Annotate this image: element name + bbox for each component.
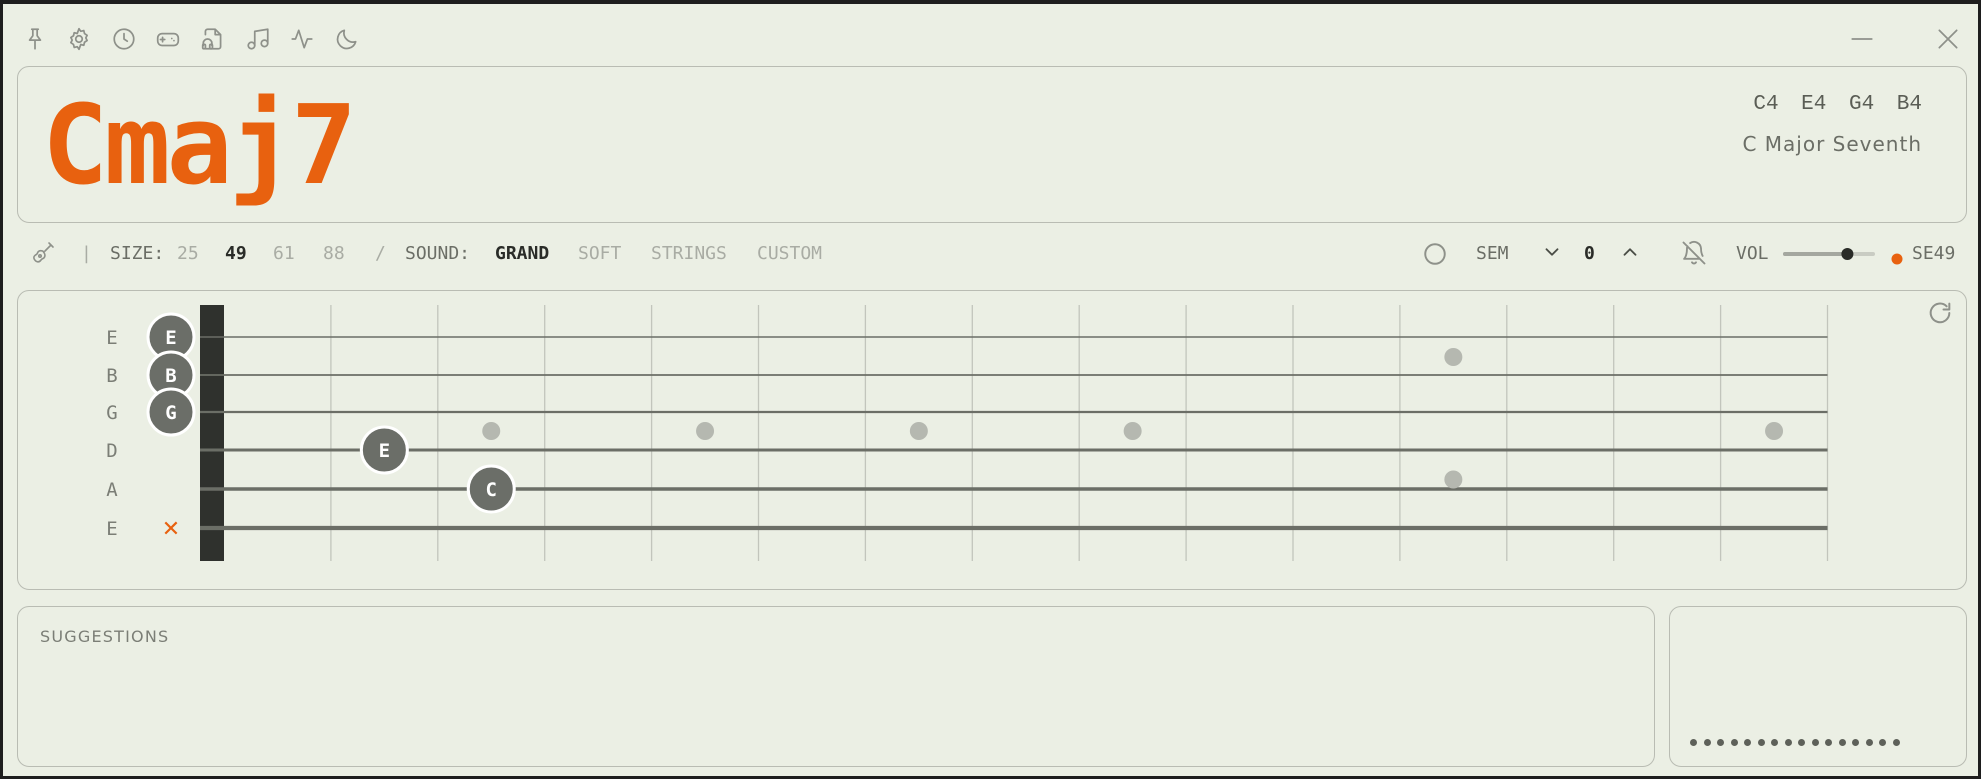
sound-option-custom[interactable]: CUSTOM xyxy=(757,243,822,265)
fret-inlay xyxy=(1444,470,1463,489)
indicator-dot xyxy=(1730,739,1738,746)
indicator-dot xyxy=(1838,739,1846,746)
note-marker-label: B xyxy=(165,365,176,387)
nut xyxy=(200,305,224,561)
indicator-dot xyxy=(1771,739,1778,746)
side-panel xyxy=(1669,606,1967,767)
sound-option-strings[interactable]: STRINGS xyxy=(651,243,727,265)
indicator-dot xyxy=(1690,739,1697,746)
sound-label: SOUND: xyxy=(405,243,471,264)
sound-option-grand[interactable]: GRAND xyxy=(495,243,549,265)
close-icon[interactable] xyxy=(1933,24,1963,54)
controls-slash: / xyxy=(375,243,386,264)
gear-icon[interactable] xyxy=(64,24,94,54)
size-option-61[interactable]: 61 xyxy=(273,243,295,265)
string-label: G xyxy=(106,402,117,424)
indicator-dot xyxy=(1852,739,1859,746)
moon-icon[interactable] xyxy=(332,24,362,54)
suggestions-panel: SUGGESTIONS xyxy=(17,606,1655,767)
indicator-dot xyxy=(1717,739,1724,746)
fret-inlay xyxy=(1765,422,1784,440)
device-status-dot xyxy=(1891,249,1903,271)
music-note-icon[interactable] xyxy=(243,24,273,54)
note-marker-label: E xyxy=(379,440,390,462)
controls-bar: | SIZE: 25 49 61 88 / SOUND: GRAND SOFT … xyxy=(3,232,1978,276)
fret-inlay xyxy=(482,422,501,440)
sem-value: 0 xyxy=(1584,243,1595,264)
clock-icon[interactable] xyxy=(109,24,139,54)
device-name: SE49 xyxy=(1912,243,1956,264)
chord-display-panel: Cmaj7 C4 E4 G4 B4 C Major Seventh xyxy=(17,66,1967,223)
indicator-dot xyxy=(1757,739,1765,746)
muted-string-x[interactable]: ✕ xyxy=(162,517,180,542)
chord-notes: C4 E4 G4 B4 xyxy=(1753,93,1922,116)
indicator-dot xyxy=(1784,739,1792,746)
minimize-icon[interactable] xyxy=(1847,24,1877,54)
string-label: D xyxy=(106,440,117,462)
string-label: E xyxy=(106,518,117,540)
suggestions-title: SUGGESTIONS xyxy=(40,627,170,646)
sem-increase-chevron-icon[interactable] xyxy=(1619,241,1641,269)
note-marker-label: C xyxy=(486,479,497,501)
waveform-icon[interactable] xyxy=(287,24,317,54)
string-label: E xyxy=(106,327,117,349)
fretboard-panel: E B G D A E E B G E C ✕ xyxy=(17,290,1967,590)
fretboard-svg[interactable]: EBGDAEEBGEC✕ xyxy=(18,291,1968,591)
top-toolbar xyxy=(3,4,1978,68)
circle-toggle-icon[interactable] xyxy=(1422,241,1448,273)
sem-label: SEM xyxy=(1476,243,1509,264)
indicator-dot xyxy=(1703,739,1711,746)
indicator-dot xyxy=(1865,739,1873,746)
size-label: SIZE: xyxy=(110,243,165,264)
indicator-dot xyxy=(1811,739,1819,746)
indicator-dot xyxy=(1879,739,1886,746)
volume-slider[interactable] xyxy=(1781,242,1881,272)
indicator-dot xyxy=(1744,739,1751,746)
chord-full-name: C Major Seventh xyxy=(1742,132,1922,156)
indicator-dot xyxy=(1825,739,1832,746)
headphones-file-icon[interactable] xyxy=(198,24,228,54)
note-marker-label: G xyxy=(165,402,176,424)
pin-icon[interactable] xyxy=(20,24,50,54)
size-option-88[interactable]: 88 xyxy=(323,243,345,265)
fret-inlay xyxy=(1123,422,1142,440)
bell-off-icon[interactable] xyxy=(1680,239,1708,273)
fret-inlay xyxy=(1444,348,1463,366)
size-option-25[interactable]: 25 xyxy=(177,243,199,265)
fret-inlay xyxy=(696,422,715,440)
controls-separator: | xyxy=(81,243,92,264)
size-option-49[interactable]: 49 xyxy=(225,243,247,265)
indicator-dot xyxy=(1892,739,1900,746)
fret-inlay xyxy=(909,422,928,440)
vol-label: VOL xyxy=(1736,243,1769,264)
guitar-icon[interactable] xyxy=(31,240,55,272)
note-marker-label: E xyxy=(165,327,176,349)
indicator-dot xyxy=(1798,739,1805,746)
string-label: A xyxy=(106,479,118,501)
sem-decrease-chevron-icon[interactable] xyxy=(1541,241,1563,269)
string-label: B xyxy=(106,365,117,387)
gamepad-icon[interactable] xyxy=(153,24,183,54)
dot-indicator xyxy=(1690,739,1900,746)
chord-name: Cmaj7 xyxy=(42,81,357,209)
refresh-icon[interactable] xyxy=(1926,299,1954,331)
sound-option-soft[interactable]: SOFT xyxy=(578,243,621,265)
app-window: Cmaj7 C4 E4 G4 B4 C Major Seventh | SIZE… xyxy=(3,4,1978,776)
